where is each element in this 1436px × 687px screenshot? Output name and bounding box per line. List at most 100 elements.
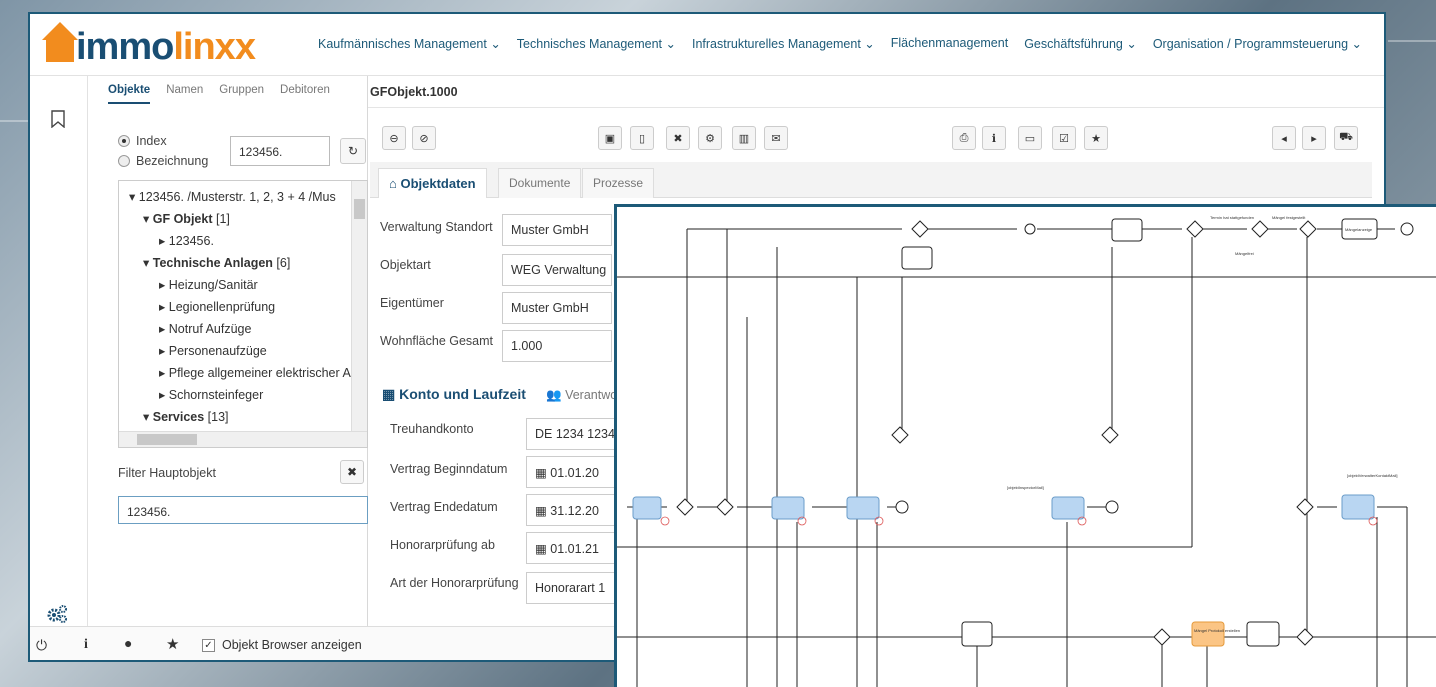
honorarpruefung-field[interactable]: ▦ 01.01.21 [526,532,616,564]
tab-gruppen[interactable]: Gruppen [219,84,264,104]
next-button[interactable]: ▸ [1302,126,1326,150]
keyboard-icon: ▭ [1024,132,1036,145]
expand-button[interactable]: ⊘ [412,126,436,150]
collapse-button[interactable]: ⊖ [382,126,406,150]
calendar-icon: ▦ [535,504,551,518]
page-title: GFObjekt.1000 [368,76,1384,108]
bookmark-icon[interactable] [50,110,66,128]
user-icon[interactable]: ● [124,635,132,651]
object-tree[interactable]: ▾ 123456. /Musterstr. 1, 2, 3 + 4 /Mus ▾… [118,180,368,448]
field-label: Honorarprüfung ab [390,538,495,552]
nav-kaufmaennisches[interactable]: Kaufmännisches Management ⌄ [318,36,501,51]
background-line [1388,40,1436,42]
keyboard-button[interactable]: ▭ [1018,126,1042,150]
wohnflaeche-field[interactable]: 1.000 [502,330,612,362]
radio-index-label: Index [136,134,167,148]
tree-technische-anlagen[interactable]: ▾ Technische Anlagen [6] [143,255,290,270]
file-icon: ▯ [638,132,646,145]
tree-root[interactable]: ▾ 123456. /Musterstr. 1, 2, 3 + 4 /Mus [129,189,336,204]
checkbox-icon: ☑ [1059,132,1069,145]
radio-index[interactable]: Index [118,134,167,148]
tree-item[interactable]: ▸ Legionellenprüfung [159,299,275,314]
nav-technisches[interactable]: Technisches Management ⌄ [517,36,676,51]
tree-item[interactable]: ▸ Notruf Aufzüge [159,321,251,336]
tree-gf-child[interactable]: ▸ 123456. [159,233,214,248]
print-button[interactable]: ⎙ [952,126,976,150]
refresh-button[interactable]: ↻ [340,138,366,164]
left-rail [30,76,88,626]
clear-filter-button[interactable]: ✖ [340,460,364,484]
tab-namen[interactable]: Namen [166,84,203,104]
scrollbar-thumb[interactable] [137,434,197,445]
tab-objekte[interactable]: Objekte [108,84,151,104]
tree-vertical-scrollbar[interactable] [351,181,367,431]
tree-item[interactable]: ▸ Pflege allgemeiner elektrischer A [159,365,351,380]
eigentuemer-field[interactable]: Muster GmbH [502,292,612,324]
diagram-task-label: Mängel Protokoll erstellen [1194,628,1240,633]
tab-dokumente[interactable]: Dokumente [498,168,582,198]
tree-item[interactable]: ▸ Heizung/Sanitär [159,277,258,292]
browser-tabs: Objekte Namen Gruppen Debitoren [88,76,367,104]
top-bar: immolinxx Kaufmännisches Management ⌄ Te… [30,14,1384,76]
info-button[interactable]: ℹ [982,126,1006,150]
favorite-button[interactable]: ★ [1084,126,1108,150]
logo-roof-icon [42,22,78,40]
browser-checkbox[interactable]: ✓ [202,639,215,652]
nav-flaechenmanagement[interactable]: Flächenmanagement [891,36,1008,51]
field-label: Verwaltung Standort [380,220,493,234]
truck-button[interactable]: ⛟ [1334,126,1358,150]
objektart-field[interactable]: WEG Verwaltung [502,254,612,286]
save-button[interactable]: ▣ [598,126,622,150]
tree-gf-objekt[interactable]: ▾ GF Objekt [1] [143,211,230,226]
diagram-label: Termin hat stattgefunden [1210,215,1254,220]
checkbox-label: Objekt Browser anzeigen [222,638,362,652]
settings-gears-icon[interactable] [46,604,68,624]
field-label: Treuhandkonto [390,422,474,436]
star-icon[interactable]: ★ [166,635,179,653]
radio-index-circle[interactable] [118,135,130,147]
tab-objektdaten[interactable]: ⌂ Objektdaten [378,168,487,198]
mail-button[interactable]: ✉ [764,126,788,150]
verwaltung-standort-field[interactable]: Muster GmbH [502,214,612,246]
star-icon: ★ [1091,132,1101,145]
prev-button[interactable]: ◂ [1272,126,1296,150]
filter-input[interactable]: 123456. [118,496,368,524]
scrollbar-thumb[interactable] [354,199,365,219]
nav-organisation[interactable]: Organisation / Programmsteuerung ⌄ [1153,36,1362,51]
logo-house-icon [46,40,74,62]
close-icon: ✖ [673,132,683,145]
caret-left-icon: ◂ [1281,132,1287,145]
tab-prozesse[interactable]: Prozesse [582,168,655,198]
art-honorarpruefung-field[interactable]: Honorarart 1 [526,572,616,604]
check-button[interactable]: ☑ [1052,126,1076,150]
tab-debitoren[interactable]: Debitoren [280,84,330,104]
calendar-icon: ▦ [382,386,396,402]
power-icon[interactable]: ⏻ [36,637,47,654]
search-input[interactable]: 123456. [230,136,330,166]
field-label: Art der Honorarprüfung [390,576,519,590]
tree-item[interactable]: ▸ Schornsteinfeger [159,387,263,402]
tree-services[interactable]: ▾ Services [13] [143,409,229,424]
tree-horizontal-scrollbar[interactable] [119,431,367,447]
calendar-icon: ▦ [535,542,551,556]
tree-item[interactable]: ▸ Personenaufzüge [159,343,267,358]
delete-button[interactable]: ✖ [666,126,690,150]
radio-bezeichnung[interactable]: Bezeichnung [118,154,208,168]
vertrag-beginn-field[interactable]: ▦ 01.01.20 [526,456,616,488]
settings-button[interactable]: ⚙ [698,126,722,150]
tab-verantwortung[interactable]: 👥 Verantwo [546,388,617,403]
users-icon: 👥 [546,388,562,402]
background-line [0,120,30,122]
vertrag-ende-field[interactable]: ▦ 31.12.20 [526,494,616,526]
info-icon[interactable]: i [84,637,88,653]
radio-bezeichnung-circle[interactable] [118,155,130,167]
save-icon: ▣ [604,132,616,145]
close-icon: ✖ [346,465,358,479]
nav-infrastrukturelles[interactable]: Infrastrukturelles Management ⌄ [692,36,875,51]
logo[interactable]: immolinxx [38,16,278,74]
refresh-icon: ↻ [347,144,359,158]
treuhandkonto-field[interactable]: DE 1234 1234 [526,418,616,450]
new-button[interactable]: ▯ [630,126,654,150]
nav-geschaeftsfuehrung[interactable]: Geschäftsführung ⌄ [1024,36,1137,51]
map-button[interactable]: ▥ [732,126,756,150]
